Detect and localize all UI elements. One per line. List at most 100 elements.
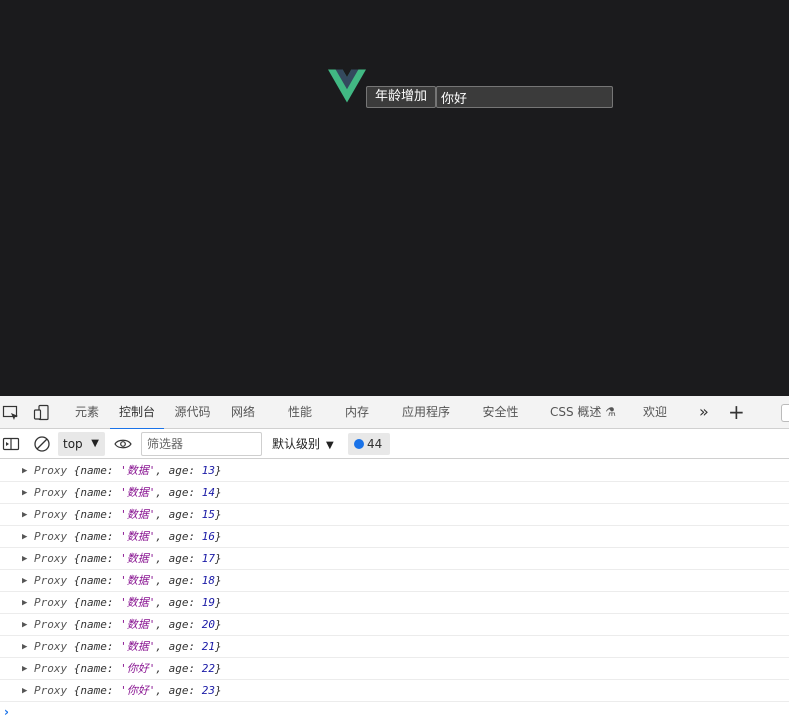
log-name-value: '数据' xyxy=(120,552,156,565)
expand-triangle-icon[interactable]: ▶ xyxy=(22,636,27,658)
tab-security[interactable]: 安全性 xyxy=(478,396,523,429)
log-punc: , xyxy=(155,640,169,653)
log-prefix: Proxy xyxy=(34,618,68,631)
log-age-value: 19 xyxy=(201,596,215,609)
log-age-value: 18 xyxy=(201,574,215,587)
console-log-row[interactable]: ▶ Proxy {name: '你好', age: 23} xyxy=(0,680,789,702)
log-name-value: '数据' xyxy=(120,574,156,587)
expand-triangle-icon[interactable]: ▶ xyxy=(22,614,27,636)
sidebar-toggle-icon[interactable] xyxy=(2,435,20,453)
log-text: Proxy {name: '数据', age: 18} xyxy=(34,570,222,592)
log-punc: , xyxy=(155,618,169,631)
eye-icon[interactable] xyxy=(113,435,133,453)
log-key: name: xyxy=(80,684,121,697)
log-punc: { xyxy=(67,486,81,499)
expand-triangle-icon[interactable]: ▶ xyxy=(22,460,27,482)
log-text: Proxy {name: '数据', age: 16} xyxy=(34,526,222,548)
log-text: Proxy {name: '数据', age: 20} xyxy=(34,614,222,636)
console-log-row[interactable]: ▶ Proxy {name: '数据', age: 17} xyxy=(0,548,789,570)
log-age-value: 23 xyxy=(201,684,215,697)
log-text: Proxy {name: '数据', age: 19} xyxy=(34,592,222,614)
log-age-value: 17 xyxy=(201,552,215,565)
log-prefix: Proxy xyxy=(34,640,68,653)
settings-stub[interactable] xyxy=(781,404,789,422)
tab-application[interactable]: 应用程序 xyxy=(398,396,454,429)
log-key: name: xyxy=(80,640,121,653)
add-tab-icon[interactable]: + xyxy=(728,400,745,424)
devtools-tabbar: 元素 控制台 源代码 网络 性能 内存 应用程序 安全性 CSS 概述 ⚗ 欢迎… xyxy=(0,396,789,430)
log-text: Proxy {name: '你好', age: 22} xyxy=(34,658,222,680)
inspect-element-icon[interactable] xyxy=(2,404,20,422)
tab-sources[interactable]: 源代码 xyxy=(170,396,215,429)
console-log-row[interactable]: ▶ Proxy {name: '数据', age: 19} xyxy=(0,592,789,614)
log-key: name: xyxy=(80,464,121,477)
tab-css-overview[interactable]: CSS 概述 ⚗ xyxy=(548,396,618,429)
log-key: age: xyxy=(168,640,202,653)
tab-console[interactable]: 控制台 xyxy=(110,396,164,430)
console-prompt-icon[interactable]: › xyxy=(4,705,9,719)
device-emulation-icon[interactable] xyxy=(33,404,51,422)
log-punc: , xyxy=(155,552,169,565)
name-input[interactable] xyxy=(436,86,613,108)
log-text: Proxy {name: '你好', age: 23} xyxy=(34,680,222,702)
more-tabs-icon[interactable]: » xyxy=(699,396,709,428)
log-punc: , xyxy=(155,574,169,587)
log-name-value: '数据' xyxy=(120,508,156,521)
log-punc: , xyxy=(155,486,169,499)
console-log-row[interactable]: ▶ Proxy {name: '数据', age: 15} xyxy=(0,504,789,526)
console-log-row[interactable]: ▶ Proxy {name: '数据', age: 14} xyxy=(0,482,789,504)
log-name-value: '你好' xyxy=(120,684,156,697)
issues-badge[interactable]: 44 xyxy=(348,433,390,455)
expand-triangle-icon[interactable]: ▶ xyxy=(22,680,27,702)
tab-performance[interactable]: 性能 xyxy=(283,396,317,429)
log-prefix: Proxy xyxy=(34,662,68,675)
log-age-value: 13 xyxy=(201,464,215,477)
log-name-value: '数据' xyxy=(120,464,156,477)
log-key: name: xyxy=(80,596,121,609)
expand-triangle-icon[interactable]: ▶ xyxy=(22,526,27,548)
log-name-value: '数据' xyxy=(120,596,156,609)
log-prefix: Proxy xyxy=(34,684,68,697)
log-key: age: xyxy=(168,662,202,675)
log-prefix: Proxy xyxy=(34,464,68,477)
caret-down-icon: ▼ xyxy=(326,440,334,451)
log-punc: } xyxy=(215,552,222,565)
caret-down-icon: ▼ xyxy=(91,438,99,449)
tab-welcome[interactable]: 欢迎 xyxy=(638,396,672,429)
tab-elements[interactable]: 元素 xyxy=(70,396,104,429)
console-log-row[interactable]: ▶ Proxy {name: '数据', age: 13} xyxy=(0,460,789,482)
context-select[interactable]: top ▼ xyxy=(58,432,105,456)
log-key: name: xyxy=(80,486,121,499)
expand-triangle-icon[interactable]: ▶ xyxy=(22,570,27,592)
console-log-row[interactable]: ▶ Proxy {name: '数据', age: 20} xyxy=(0,614,789,636)
console-log-row[interactable]: ▶ Proxy {name: '你好', age: 22} xyxy=(0,658,789,680)
log-punc: , xyxy=(155,662,169,675)
console-log-row[interactable]: ▶ Proxy {name: '数据', age: 18} xyxy=(0,570,789,592)
log-prefix: Proxy xyxy=(34,574,68,587)
log-prefix: Proxy xyxy=(34,530,68,543)
clear-console-icon[interactable] xyxy=(33,435,51,453)
expand-triangle-icon[interactable]: ▶ xyxy=(22,658,27,680)
expand-triangle-icon[interactable]: ▶ xyxy=(22,482,27,504)
log-age-value: 21 xyxy=(201,640,215,653)
console-log-row[interactable]: ▶ Proxy {name: '数据', age: 21} xyxy=(0,636,789,658)
log-levels-dropdown[interactable]: 默认级别 ▼ xyxy=(272,432,334,456)
filter-input[interactable] xyxy=(141,432,262,456)
expand-triangle-icon[interactable]: ▶ xyxy=(22,504,27,526)
expand-triangle-icon[interactable]: ▶ xyxy=(22,548,27,570)
log-key: age: xyxy=(168,552,202,565)
age-increase-button[interactable]: 年龄增加 xyxy=(366,86,436,108)
expand-triangle-icon[interactable]: ▶ xyxy=(22,592,27,614)
log-name-value: '数据' xyxy=(120,486,156,499)
log-punc: { xyxy=(67,618,81,631)
log-key: name: xyxy=(80,508,121,521)
log-key: age: xyxy=(168,574,202,587)
log-key: age: xyxy=(168,684,202,697)
log-punc: } xyxy=(215,574,222,587)
tab-memory[interactable]: 内存 xyxy=(340,396,374,429)
log-levels-label: 默认级别 xyxy=(272,437,321,451)
tab-network[interactable]: 网络 xyxy=(226,396,260,429)
console-log-row[interactable]: ▶ Proxy {name: '数据', age: 16} xyxy=(0,526,789,548)
devtools-panel: 元素 控制台 源代码 网络 性能 内存 应用程序 安全性 CSS 概述 ⚗ 欢迎… xyxy=(0,396,789,728)
log-punc: , xyxy=(155,530,169,543)
